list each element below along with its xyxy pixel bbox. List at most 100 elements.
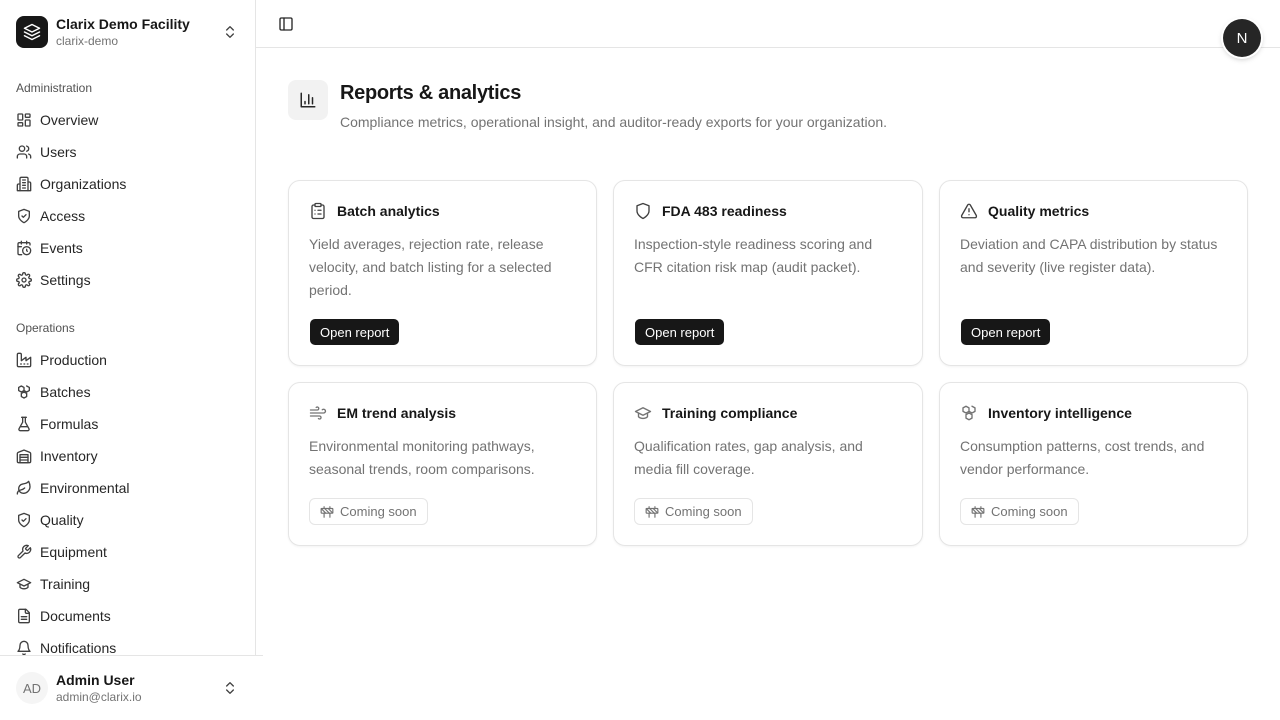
wrench-icon bbox=[16, 544, 32, 560]
sidebar-item-label: Quality bbox=[40, 512, 84, 528]
users-icon bbox=[16, 144, 32, 160]
bell-icon bbox=[16, 640, 32, 656]
sidebar-item-documents[interactable]: Documents bbox=[8, 600, 248, 632]
sidebar-item-label: Environmental bbox=[40, 480, 130, 496]
bar-chart-icon bbox=[288, 80, 328, 120]
org-switcher[interactable]: Clarix Demo Facility clarix-demo bbox=[8, 8, 248, 56]
sidebar-item-label: Formulas bbox=[40, 416, 99, 432]
sidebar-item-batches[interactable]: Batches bbox=[8, 376, 248, 408]
wind-icon bbox=[309, 404, 327, 422]
sidebar-item-label: Batches bbox=[40, 384, 91, 400]
sidebar-item-users[interactable]: Users bbox=[8, 136, 248, 168]
clipboard-list-icon bbox=[309, 202, 327, 220]
sidebar-item-label: Organizations bbox=[40, 176, 127, 192]
report-card-em-trend-analysis: EM trend analysis Environmental monitori… bbox=[288, 382, 597, 546]
sidebar-item-label: Training bbox=[40, 576, 91, 592]
card-title: Inventory intelligence bbox=[988, 405, 1132, 421]
user-name: Admin User bbox=[56, 671, 135, 688]
header-avatar[interactable]: N bbox=[1223, 19, 1261, 57]
user-email: admin@clarix.io bbox=[56, 689, 142, 704]
layers-logo-icon bbox=[16, 16, 48, 48]
card-title: Batch analytics bbox=[337, 203, 440, 219]
sidebar-item-training[interactable]: Training bbox=[8, 568, 248, 600]
sidebar-item-quality[interactable]: Quality bbox=[8, 504, 248, 536]
construction-icon bbox=[320, 505, 334, 519]
sidebar-item-environmental[interactable]: Environmental bbox=[8, 472, 248, 504]
card-description: Consumption patterns, cost trends, and v… bbox=[960, 438, 1205, 477]
construction-icon bbox=[971, 505, 985, 519]
report-card-inventory-intelligence: Inventory intelligence Consumption patte… bbox=[939, 382, 1248, 546]
card-description: Inspection-style readiness scoring and C… bbox=[634, 236, 873, 275]
card-description: Deviation and CAPA distribution by statu… bbox=[960, 236, 1218, 275]
construction-icon bbox=[645, 505, 659, 519]
sidebar-item-label: Overview bbox=[40, 112, 99, 128]
org-name: Clarix Demo Facility bbox=[56, 15, 190, 32]
sidebar-item-label: Events bbox=[40, 240, 83, 256]
sidebar-item-access[interactable]: Access bbox=[8, 200, 248, 232]
sidebar-item-label: Notifications bbox=[40, 640, 117, 656]
sidebar-item-label: Production bbox=[40, 352, 107, 368]
coming-soon-badge: Coming soon bbox=[634, 498, 753, 525]
user-avatar: AD bbox=[16, 672, 48, 704]
report-card-training-compliance: Training compliance Qualification rates,… bbox=[613, 382, 923, 546]
coming-soon-label: Coming soon bbox=[340, 504, 417, 519]
org-slug: clarix-demo bbox=[56, 33, 119, 48]
sidebar-item-events[interactable]: Events bbox=[8, 232, 248, 264]
sidebar-item-formulas[interactable]: Formulas bbox=[8, 408, 248, 440]
leaf-icon bbox=[16, 480, 32, 496]
warehouse-icon bbox=[16, 448, 32, 464]
sidebar-item-label: Equipment bbox=[40, 544, 107, 560]
user-menu[interactable]: AD Admin User admin@clarix.io bbox=[8, 664, 248, 712]
page-title: Reports & analytics bbox=[340, 82, 522, 104]
sidebar-item-equipment[interactable]: Equipment bbox=[8, 536, 248, 568]
sidebar-item-organizations[interactable]: Organizations bbox=[8, 168, 248, 200]
page-header: Reports & analytics Compliance metrics, … bbox=[288, 80, 1248, 140]
file-icon bbox=[16, 608, 32, 624]
sidebar-item-label: Access bbox=[40, 208, 86, 224]
sidebar-item-settings[interactable]: Settings bbox=[8, 264, 248, 296]
coming-soon-label: Coming soon bbox=[991, 504, 1068, 519]
coming-soon-label: Coming soon bbox=[665, 504, 742, 519]
sidebar-footer: AD Admin User admin@clarix.io bbox=[0, 655, 263, 720]
sidebar-toggle-icon[interactable] bbox=[276, 14, 296, 34]
sidebar-item-inventory[interactable]: Inventory bbox=[8, 440, 248, 472]
section-label-operations: Operations bbox=[16, 321, 75, 335]
sidebar-item-label: Documents bbox=[40, 608, 111, 624]
shield-icon bbox=[634, 202, 652, 220]
sidebar-item-overview[interactable]: Overview bbox=[8, 104, 248, 136]
building-icon bbox=[16, 176, 32, 192]
open-report-button[interactable]: Open report bbox=[635, 319, 725, 345]
sidebar-item-production[interactable]: Production bbox=[8, 344, 248, 376]
factory-icon bbox=[16, 352, 32, 368]
sidebar: Clarix Demo Facility clarix-demo Adminis… bbox=[0, 0, 263, 720]
page-subtitle: Compliance metrics, operational insight,… bbox=[340, 114, 888, 130]
report-card-batch-analytics: Batch analytics Yield averages, rejectio… bbox=[288, 180, 597, 366]
card-description: Yield averages, rejection rate, release … bbox=[309, 236, 552, 298]
warning-triangle-icon bbox=[960, 202, 978, 220]
card-description: Environmental monitoring pathways, seaso… bbox=[309, 438, 535, 477]
operations-nav: Production Batches Formulas Inventory En… bbox=[8, 344, 248, 664]
open-report-button[interactable]: Open report bbox=[310, 319, 400, 345]
chevrons-up-down-icon bbox=[222, 680, 238, 696]
flask-icon bbox=[16, 416, 32, 432]
report-card-fda-483-readiness: FDA 483 readiness Inspection-style readi… bbox=[613, 180, 923, 366]
coming-soon-badge: Coming soon bbox=[309, 498, 428, 525]
graduation-cap-icon bbox=[16, 576, 32, 592]
card-title: EM trend analysis bbox=[337, 405, 457, 421]
section-label-administration: Administration bbox=[16, 81, 93, 95]
gear-icon bbox=[16, 272, 32, 288]
sidebar-item-label: Inventory bbox=[40, 448, 98, 464]
card-title: Quality metrics bbox=[988, 203, 1090, 219]
calendar-clock-icon bbox=[16, 240, 32, 256]
open-report-button[interactable]: Open report bbox=[961, 319, 1051, 345]
shield-check-icon bbox=[16, 512, 32, 528]
card-description: Qualification rates, gap analysis, and m… bbox=[634, 438, 863, 477]
chevrons-up-down-icon bbox=[222, 24, 238, 40]
boxes-icon bbox=[960, 404, 978, 422]
report-card-quality-metrics: Quality metrics Deviation and CAPA distr… bbox=[939, 180, 1248, 366]
card-title: FDA 483 readiness bbox=[662, 203, 787, 219]
admin-nav: Overview Users Organizations Access Even… bbox=[8, 104, 248, 296]
graduation-cap-icon bbox=[634, 404, 652, 422]
card-title: Training compliance bbox=[662, 405, 798, 421]
dashboard-icon bbox=[16, 112, 32, 128]
